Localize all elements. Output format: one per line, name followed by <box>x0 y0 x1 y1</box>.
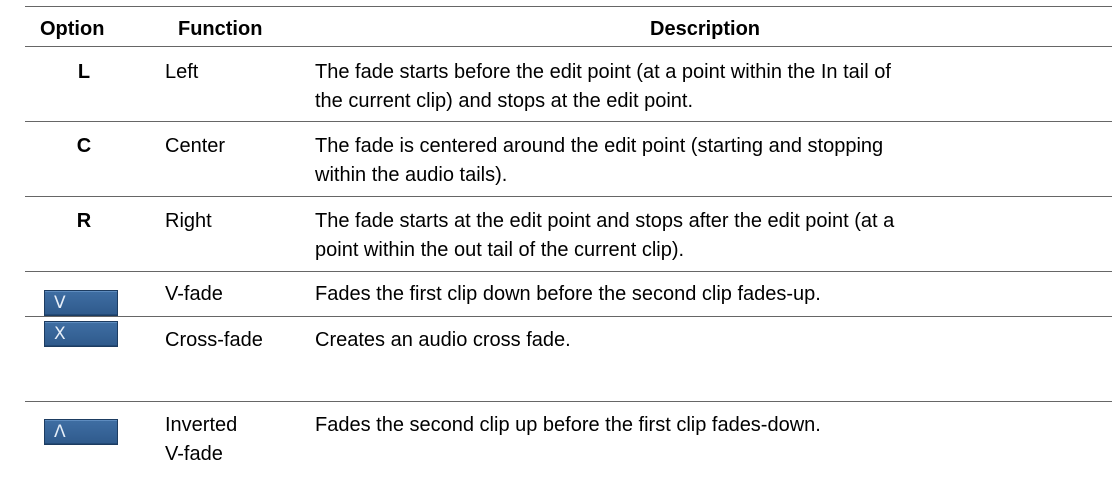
description-cross-fade: Creates an audio cross fade. <box>315 329 571 351</box>
header-description: Description <box>650 18 761 40</box>
description-center-line2: within the audio tails). <box>315 164 508 186</box>
function-left: Left <box>165 61 199 83</box>
header-rule <box>25 46 1112 47</box>
option-center: C <box>76 135 92 157</box>
function-inverted-v-fade-line1: Inverted <box>165 414 238 436</box>
header-option: Option <box>40 18 105 40</box>
header-function: Function <box>178 18 263 40</box>
table-top-rule <box>25 6 1112 7</box>
row-rule <box>25 271 1112 272</box>
row-rule <box>25 196 1112 197</box>
function-right: Right <box>165 210 212 232</box>
row-rule <box>25 401 1112 402</box>
row-rule <box>25 121 1112 122</box>
description-left-line1: The fade starts before the edit point (a… <box>315 61 891 83</box>
description-inverted-v-fade: Fades the second clip up before the firs… <box>315 414 821 436</box>
function-v-fade: V-fade <box>165 283 223 305</box>
description-v-fade: Fades the first clip down before the sec… <box>315 283 821 305</box>
description-center-line1: The fade is centered around the edit poi… <box>315 135 884 157</box>
function-center: Center <box>165 135 226 157</box>
function-inverted-v-fade-line2: V-fade <box>165 443 223 465</box>
description-left-line2: the current clip) and stops at the edit … <box>315 90 693 112</box>
v-fade-button[interactable]: V <box>44 290 118 316</box>
cross-fade-button[interactable]: X <box>44 321 118 347</box>
function-cross-fade: Cross-fade <box>165 329 263 351</box>
description-right-line2: point within the out tail of the current… <box>315 239 685 261</box>
description-right-line1: The fade starts at the edit point and st… <box>315 210 895 232</box>
inverted-v-fade-button[interactable]: Λ <box>44 419 118 445</box>
row-rule <box>25 316 1112 317</box>
option-left: L <box>77 61 91 83</box>
option-right: R <box>76 210 92 232</box>
